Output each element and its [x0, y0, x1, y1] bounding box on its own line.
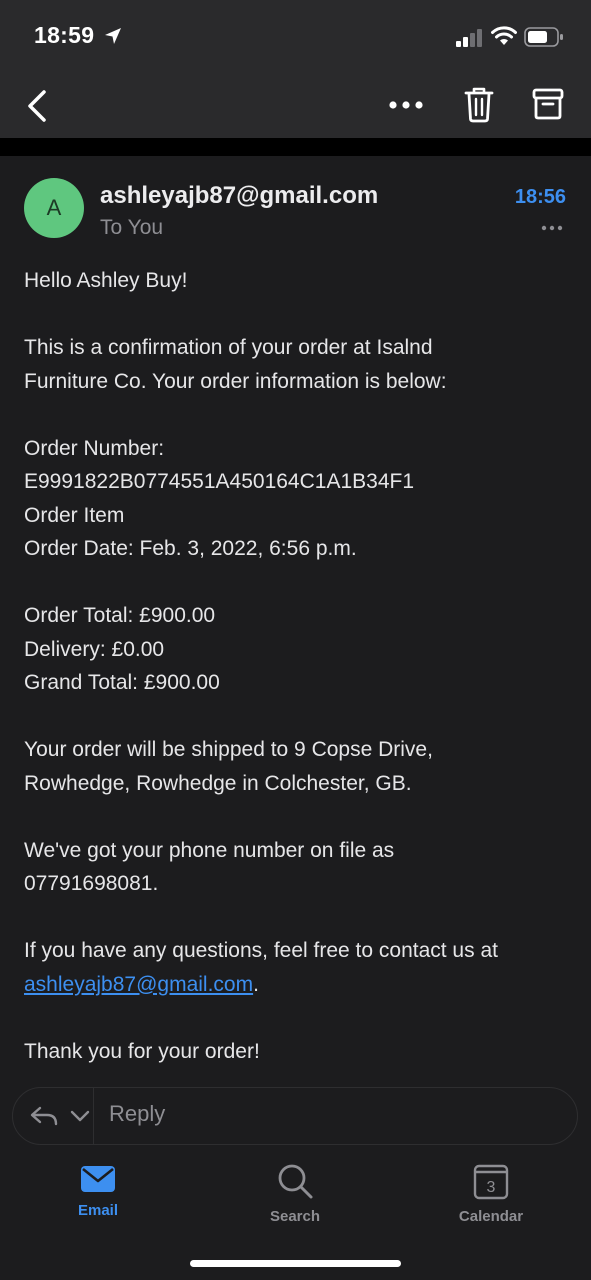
- contact-suffix: .: [253, 972, 259, 996]
- tab-email-label: Email: [77, 1202, 119, 1219]
- intro-paragraph: This is a confirmation of your order at …: [24, 331, 574, 398]
- magnifier-icon: [278, 1164, 313, 1199]
- phone-paragraph: We've got your phone number on file as 0…: [24, 834, 574, 901]
- order-date-line: Order Date: Feb. 3, 2022, 6:56 p.m.: [24, 537, 357, 560]
- shipping-line-1: Your order will be shipped to 9 Copse Dr…: [24, 738, 433, 761]
- tab-calendar[interactable]: 3 Calendar: [431, 1162, 551, 1232]
- top-bar: 18:59: [0, 0, 591, 138]
- wifi-icon: [491, 26, 517, 45]
- header-divider: [0, 138, 591, 156]
- reply-arrow-icon[interactable]: [29, 1104, 59, 1128]
- home-indicator: [190, 1260, 401, 1267]
- reply-bar: Reply: [12, 1087, 578, 1145]
- order-number-label: Order Number:: [24, 436, 165, 460]
- chevron-down-icon[interactable]: [69, 1108, 91, 1124]
- intro-line-2: Furniture Co. Your order information is …: [24, 369, 447, 393]
- sender-avatar[interactable]: A: [24, 178, 84, 238]
- phone-line-2[interactable]: 07791698081.: [24, 867, 574, 901]
- shipping-line-2: Rowhedge, Rowhedge in Colchester, GB.: [24, 771, 412, 795]
- reply-input[interactable]: Reply: [109, 1101, 165, 1127]
- status-bar: 18:59: [0, 0, 591, 76]
- sender-email[interactable]: ashleyajb87@gmail.com: [100, 182, 378, 210]
- message-time: 18:56: [514, 186, 566, 208]
- contact-email-link[interactable]: ashleyajb87@gmail.com: [24, 973, 253, 996]
- recipient-line[interactable]: To You: [100, 216, 163, 240]
- message-body: Hello Ashley Buy! This is a confirmation…: [24, 264, 574, 1102]
- order-number-value: E9991822B0774551A450164C1A1B34F1: [24, 470, 415, 493]
- calendar-icon: 3: [473, 1164, 509, 1200]
- message-header: A ashleyajb87@gmail.com To You 18:56: [0, 156, 591, 248]
- shipping-paragraph: Your order will be shipped to 9 Copse Dr…: [24, 733, 574, 800]
- order-total-line: Order Total: £900.00: [24, 604, 216, 627]
- message-more-icon[interactable]: [540, 222, 564, 234]
- tab-calendar-label: Calendar: [458, 1208, 524, 1225]
- reply-divider: [93, 1088, 94, 1144]
- greeting-paragraph: Hello Ashley Buy!: [24, 264, 574, 298]
- more-options-icon[interactable]: [386, 88, 426, 122]
- contact-line: ashleyajb87@gmail.com.: [24, 968, 574, 1002]
- phone-line-1: We've got your phone number on file as: [24, 838, 395, 862]
- grand-total-line: Grand Total: £900.00: [24, 671, 220, 694]
- questions-paragraph: If you have any questions, feel free to …: [24, 934, 574, 1001]
- thanks-text: Thank you for your order!: [24, 1039, 260, 1063]
- battery-icon: [524, 27, 563, 47]
- greeting-text: Hello Ashley Buy!: [24, 269, 188, 292]
- totals-paragraph: Order Total: £900.00 Delivery: £0.00 Gra…: [24, 599, 574, 700]
- order-details-paragraph: Order Number: E9991822B0774551A450164C1A…: [24, 432, 574, 566]
- tab-search[interactable]: Search: [235, 1162, 355, 1232]
- status-time: 18:59: [34, 22, 95, 48]
- envelope-icon: [81, 1166, 115, 1192]
- archive-icon[interactable]: [530, 86, 566, 122]
- intro-line-1: This is a confirmation of your order at …: [24, 336, 433, 359]
- questions-line: If you have any questions, feel free to …: [24, 939, 498, 962]
- tab-search-label: Search: [269, 1208, 321, 1225]
- calendar-day-number: 3: [487, 1179, 496, 1196]
- cellular-signal-icon: [456, 29, 482, 47]
- back-chevron-icon[interactable]: [20, 84, 56, 128]
- email-message-screen: 18:59 A ashleyajb87@gmail.com To You 18:…: [0, 0, 591, 1280]
- thanks-paragraph: Thank you for your order!: [24, 1035, 574, 1069]
- location-arrow-icon: [105, 28, 121, 44]
- delivery-line: Delivery: £0.00: [24, 637, 165, 661]
- trash-icon[interactable]: [462, 84, 496, 124]
- order-item-line: Order Item: [24, 503, 125, 527]
- message-toolbar: [0, 76, 591, 138]
- tab-email[interactable]: Email: [38, 1162, 158, 1232]
